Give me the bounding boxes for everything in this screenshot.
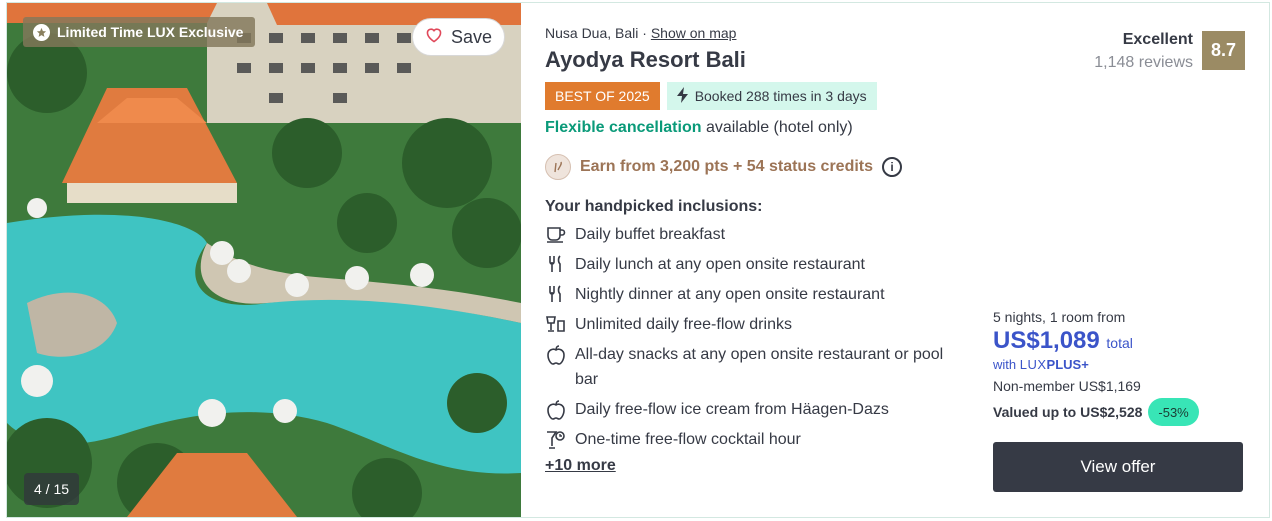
inclusion-text: Daily lunch at any open onsite restauran… (575, 256, 865, 273)
luxplus-line: with LUXPLUS+ (993, 357, 1243, 372)
promo-badge: Limited Time LUX Exclusive (23, 17, 256, 47)
apple-icon (545, 342, 567, 392)
plus-label: PLUS+ (1046, 357, 1089, 372)
resort-image (7, 3, 521, 517)
non-member-price: Non-member US$1,169 (993, 378, 1141, 394)
inclusions-list: Daily buffet breakfast Daily lunch at an… (545, 222, 965, 452)
member-price-amount: US$1,089 (993, 327, 1100, 354)
best-of-badge: BEST OF 2025 (545, 82, 660, 110)
cancellation-detail: available (hotel only) (705, 119, 853, 136)
location-text: Nusa Dua, Bali (545, 25, 639, 41)
inclusion-text: Nightly dinner at any open onsite restau… (575, 286, 885, 303)
booked-badge-label: Booked 288 times in 3 days (694, 88, 867, 104)
more-inclusions-link[interactable]: +10 more (545, 457, 616, 475)
lux-points-icon (545, 154, 571, 180)
flexible-cancellation-text: Flexible cancellation (545, 119, 702, 136)
booked-badge: Booked 288 times in 3 days (666, 82, 877, 110)
rating-score: 8.7 (1202, 31, 1245, 70)
rating-block[interactable]: Excellent 1,148 reviews 8.7 (1094, 31, 1245, 72)
inclusion-text: Unlimited daily free-flow drinks (575, 316, 792, 333)
offer-details: Nusa Dua, Bali · Show on map Ayodya Reso… (521, 3, 1269, 517)
fork-knife-icon (545, 282, 567, 307)
price-total-label: total (1106, 335, 1133, 351)
inclusions-heading: Your handpicked inclusions: (545, 198, 763, 215)
review-count: 1,148 reviews (1094, 54, 1193, 71)
photo-counter: 4 / 15 (24, 473, 80, 505)
show-on-map-link[interactable]: Show on map (651, 25, 737, 41)
lightning-icon (676, 86, 689, 106)
hotel-photo[interactable]: Limited Time LUX Exclusive Save 4 / 15 (7, 3, 521, 517)
badge-row: BEST OF 2025 Booked 288 times in 3 days (545, 82, 1245, 110)
save-button[interactable]: Save (412, 18, 505, 56)
with-label: with (993, 357, 1017, 372)
rating-label: Excellent (1122, 31, 1193, 48)
cocktail-clock-icon (545, 427, 567, 452)
inclusion-text: Daily buffet breakfast (575, 226, 726, 243)
hotel-offer-card[interactable]: Limited Time LUX Exclusive Save 4 / 15 N… (6, 2, 1270, 518)
stay-summary: 5 nights, 1 room from (993, 309, 1126, 325)
inclusion-item: All-day snacks at any open onsite restau… (545, 342, 965, 392)
fork-knife-icon (545, 252, 567, 277)
inclusion-item: One-time free-flow cocktail hour (545, 427, 965, 452)
inclusion-item: Daily buffet breakfast (545, 222, 965, 247)
heart-icon (425, 27, 443, 48)
earn-points-row: Earn from 3,200 pts + 54 status credits … (545, 154, 1245, 180)
price-block: 5 nights, 1 room from US$1,089 total wit… (993, 309, 1243, 426)
inclusion-item: Daily lunch at any open onsite restauran… (545, 252, 965, 277)
inclusion-item: Daily free-flow ice cream from Häagen-Da… (545, 397, 965, 422)
inclusion-text: One-time free-flow cocktail hour (575, 431, 801, 448)
inclusion-item: Unlimited daily free-flow drinks (545, 312, 965, 337)
valued-up-to: Valued up to US$2,528 (993, 404, 1143, 420)
member-price: US$1,089 total (993, 327, 1243, 355)
lux-label: LUX (1019, 357, 1047, 372)
info-icon[interactable]: i (882, 157, 903, 177)
drinks-icon (545, 312, 567, 337)
star-icon (33, 23, 50, 41)
inclusion-item: Nightly dinner at any open onsite restau… (545, 282, 965, 307)
location-separator: · (642, 25, 647, 41)
view-offer-button[interactable]: View offer (993, 442, 1243, 492)
cancellation-line: Flexible cancellation available (hotel o… (545, 119, 1245, 137)
rating-text: Excellent 1,148 reviews (1094, 31, 1193, 72)
valued-row: Valued up to US$2,528 -53% (993, 398, 1243, 426)
coffee-cup-icon (545, 222, 567, 247)
inclusion-text: All-day snacks at any open onsite restau… (575, 346, 944, 388)
discount-badge: -53% (1148, 398, 1199, 426)
apple-icon (545, 397, 567, 422)
earn-points-text: Earn from 3,200 pts + 54 status credits (580, 158, 874, 175)
inclusion-text: Daily free-flow ice cream from Häagen-Da… (575, 401, 889, 418)
save-button-label: Save (450, 26, 493, 47)
promo-badge-label: Limited Time LUX Exclusive (57, 24, 244, 40)
